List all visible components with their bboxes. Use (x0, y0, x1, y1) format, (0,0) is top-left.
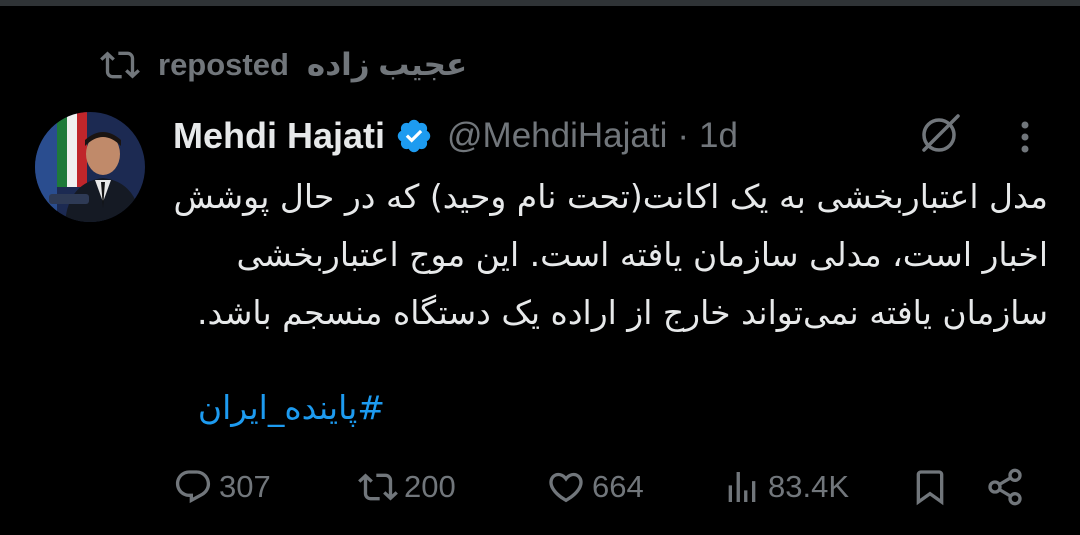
repost-button[interactable]: 200 (358, 462, 456, 512)
author-name[interactable]: Mehdi Hajati (173, 115, 385, 157)
share-icon (988, 468, 1022, 506)
reply-icon (175, 470, 211, 504)
tweet-header: Mehdi Hajati @MehdiHajati · 1d (173, 110, 738, 162)
repost-context[interactable]: reposted عجیب زاده (100, 40, 467, 90)
verified-badge-icon[interactable] (395, 117, 433, 155)
bookmark-icon (916, 470, 944, 506)
tweet-time[interactable]: 1d (699, 116, 738, 156)
author-handle[interactable]: @MehdiHajati (447, 116, 667, 156)
reply-button[interactable]: 307 (173, 462, 271, 512)
top-divider (0, 0, 1080, 6)
repost-icon (100, 51, 140, 79)
tweet-text: مدل اعتباربخشی به یک اکانت(تحت نام وحید)… (173, 177, 1048, 332)
action-bar: 307 200 664 83.4K (0, 462, 1080, 512)
share-button[interactable] (985, 462, 1025, 512)
hashtag-link[interactable]: #پاینده_ایران (160, 388, 385, 427)
reply-count: 307 (219, 469, 271, 504)
repost-label: reposted (158, 47, 289, 82)
views-button[interactable]: 83.4K (722, 462, 849, 512)
heart-icon (549, 472, 583, 503)
grok-icon[interactable] (914, 110, 964, 160)
separator-dot: · (677, 116, 690, 155)
avatar[interactable] (35, 112, 145, 222)
views-icon (728, 472, 756, 502)
bookmark-button[interactable] (910, 462, 950, 512)
like-count: 664 (592, 469, 644, 504)
reposter-name[interactable]: عجیب زاده (307, 47, 467, 83)
like-button[interactable]: 664 (546, 462, 644, 512)
views-count: 83.4K (768, 469, 850, 504)
repost-count: 200 (404, 469, 456, 504)
repost-icon (358, 473, 398, 501)
more-icon[interactable] (1013, 117, 1037, 157)
